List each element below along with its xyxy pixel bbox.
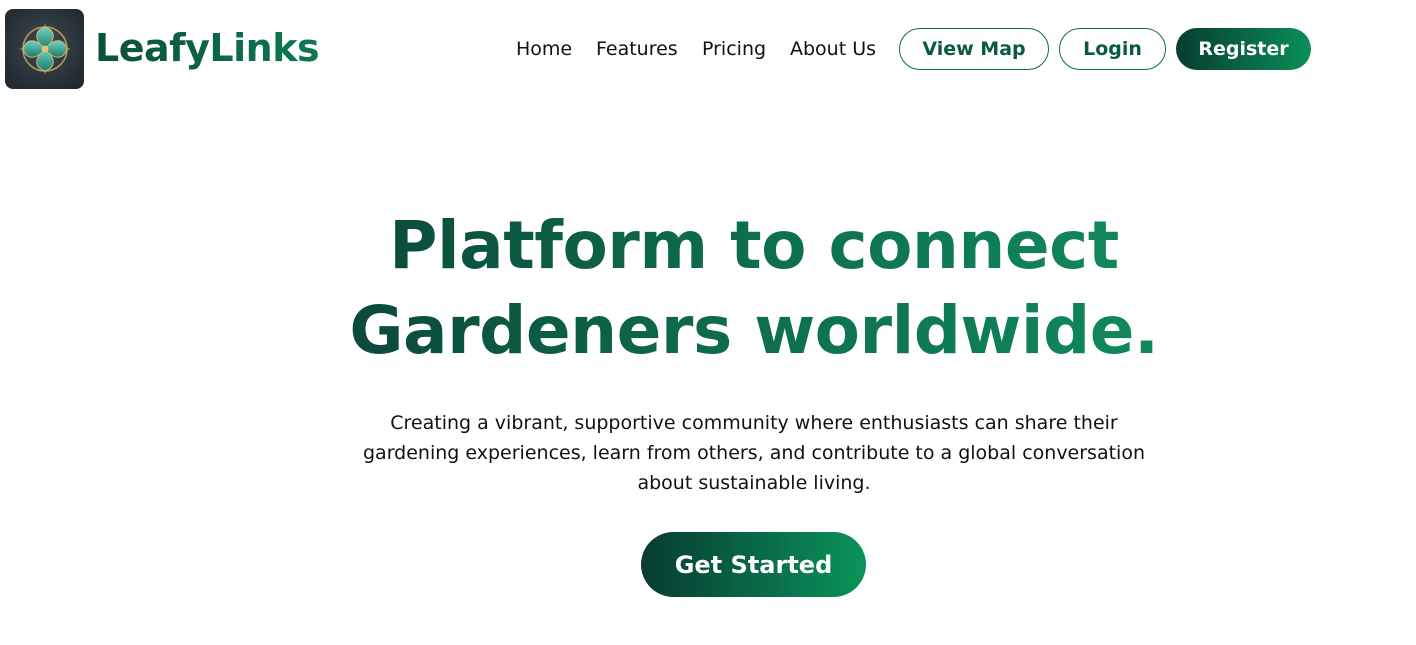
leaf-compass-icon [18, 23, 71, 75]
logo-icon[interactable] [5, 9, 84, 89]
get-started-button[interactable]: Get Started [641, 532, 866, 597]
register-button[interactable]: Register [1176, 28, 1311, 70]
hero-title: Platform to connect Gardeners worldwide. [200, 203, 1308, 373]
nav-pricing[interactable]: Pricing [702, 36, 766, 62]
login-button[interactable]: Login [1059, 28, 1166, 70]
nav-home[interactable]: Home [516, 36, 572, 62]
nav-about-us[interactable]: About Us [790, 36, 876, 62]
brand-name[interactable]: LeafyLinks [95, 20, 320, 76]
landing-page: LeafyLinks Home Features Pricing About U… [0, 0, 1416, 645]
hero-subtitle: Creating a vibrant, supportive community… [363, 412, 1145, 494]
nav-features[interactable]: Features [596, 36, 678, 62]
view-map-button[interactable]: View Map [899, 28, 1049, 70]
